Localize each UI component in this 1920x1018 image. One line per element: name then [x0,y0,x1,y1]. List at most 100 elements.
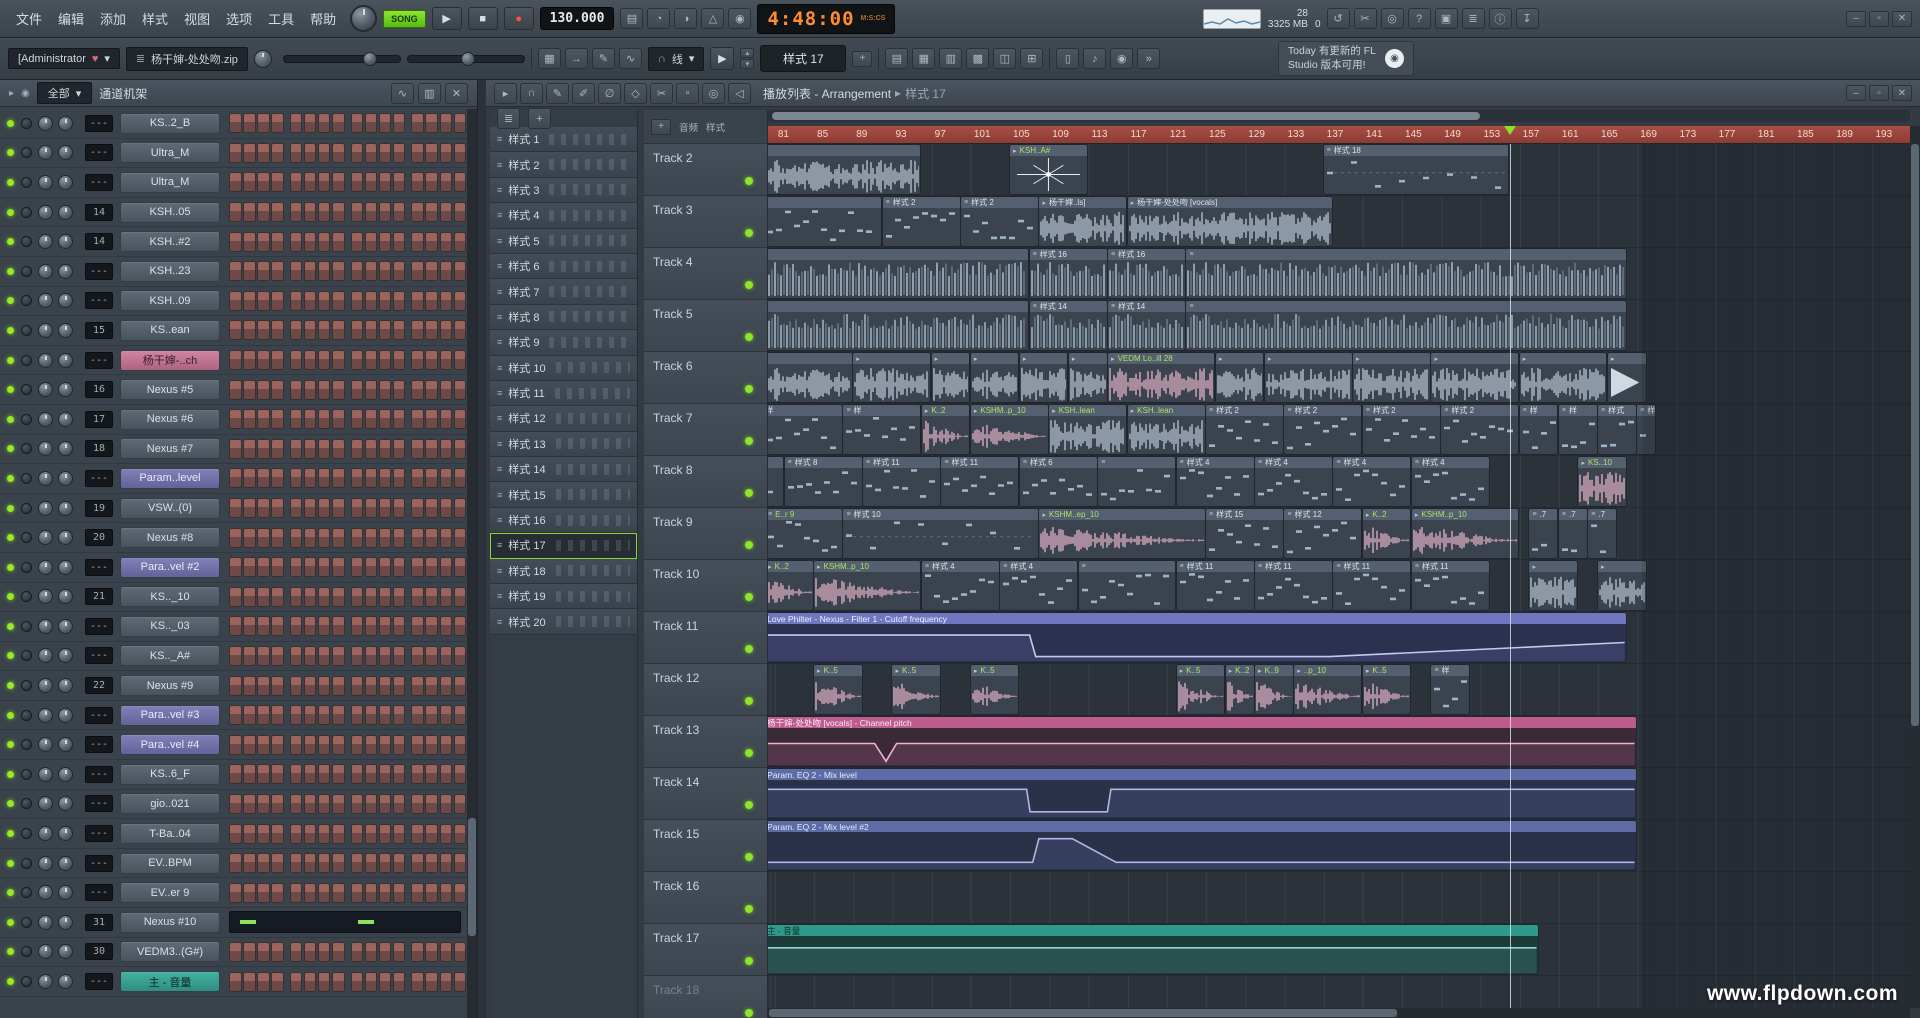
step-cell[interactable] [318,528,331,548]
step-cell[interactable] [229,616,242,636]
step-cell[interactable] [332,113,345,133]
pattern-item[interactable]: ≡样式 20 [490,609,637,634]
step-cell[interactable] [318,202,331,222]
playlist-clip[interactable]: ↯Love Philter - Nexus - Filter 1 - Cutof… [768,613,1626,662]
step-cell[interactable] [290,764,303,784]
step-cell[interactable] [440,528,453,548]
tap-tempo-icon[interactable]: ◉ [1110,48,1133,69]
rack-scrollbar[interactable] [467,109,477,1018]
channel-pan-knob[interactable] [38,856,53,871]
step-cell[interactable] [454,557,467,577]
playlist-clip[interactable]: ▸K..2 [1226,665,1254,714]
channel-button[interactable]: EV..er 9 [120,882,220,903]
tempo-display[interactable]: 130.000 [540,7,615,30]
playlist-close-button[interactable]: ✕ [1892,85,1912,101]
step-cell[interactable] [440,261,453,281]
channel-volume-knob[interactable] [58,589,73,604]
step-cell[interactable] [411,942,424,962]
step-cell[interactable] [393,824,406,844]
step-cell[interactable] [332,409,345,429]
step-cell[interactable] [393,557,406,577]
pattern-item[interactable]: ≡样式 15 [490,482,637,507]
channel-button[interactable]: 杨干婶-..ch [120,350,220,371]
step-cell[interactable] [393,883,406,903]
step-cell[interactable] [290,616,303,636]
step-cell[interactable] [393,291,406,311]
step-cell[interactable] [411,202,424,222]
channel-mute-button[interactable] [21,384,32,395]
pattern-up-button[interactable]: ▴ [740,48,754,58]
step-cell[interactable] [365,764,378,784]
step-cell[interactable] [365,202,378,222]
step-cell[interactable] [257,143,270,163]
step-cell[interactable] [332,468,345,488]
step-cell[interactable] [271,735,284,755]
playlist-vertical-scrollbar[interactable] [1910,126,1920,1008]
slice-tool-icon[interactable]: ✂ [650,83,673,104]
step-cell[interactable] [257,883,270,903]
channel-button[interactable]: KS..2_B [120,113,220,134]
channel-led[interactable] [7,889,14,896]
channel-pan-knob[interactable] [38,530,53,545]
step-cell[interactable] [411,824,424,844]
step-cell[interactable] [379,232,392,252]
step-cell[interactable] [365,794,378,814]
detach-icon[interactable]: ◉ [21,88,30,99]
playlist-timeline[interactable]: 8185899397101105109113117121125129133137… [768,126,1910,144]
step-cell[interactable] [379,143,392,163]
channel-mute-button[interactable] [21,266,32,277]
step-cell[interactable] [304,972,317,992]
step-cell[interactable] [243,883,256,903]
playlist-clip[interactable]: ▸ [768,353,852,402]
playlist-clip[interactable]: ≡样式 16 [1108,249,1185,298]
playlist-clip[interactable]: ≡ [1079,561,1176,610]
step-cell[interactable] [290,972,303,992]
step-cell[interactable] [304,350,317,370]
step-cell[interactable] [304,764,317,784]
channel-mute-button[interactable] [21,591,32,602]
step-cell[interactable] [332,557,345,577]
step-cell[interactable] [243,202,256,222]
step-cell[interactable] [243,498,256,518]
step-cell[interactable] [351,794,364,814]
step-cell[interactable] [393,735,406,755]
step-cell[interactable] [425,380,438,400]
channel-led[interactable] [7,357,14,364]
step-cell[interactable] [318,143,331,163]
step-cell[interactable] [379,172,392,192]
step-cell[interactable] [454,587,467,607]
track-header[interactable]: Track 15 [644,820,767,872]
step-cell[interactable] [440,764,453,784]
step-cell[interactable] [290,705,303,725]
step-cell[interactable] [229,380,242,400]
track-header[interactable]: Track 10 [644,560,767,612]
channel-button[interactable]: Nexus #8 [120,527,220,548]
pattern-item[interactable]: ≡样式 9 [490,330,637,355]
step-cell[interactable] [411,143,424,163]
step-cell[interactable] [411,409,424,429]
step-cell[interactable] [454,883,467,903]
playlist-clip[interactable]: ≡样 [1520,405,1558,454]
step-cell[interactable] [332,498,345,518]
channel-volume-knob[interactable] [58,619,73,634]
step-cell[interactable] [318,232,331,252]
channel-button[interactable]: Ultra_M [120,142,220,163]
step-cell[interactable] [271,942,284,962]
channel-led[interactable] [7,386,14,393]
channel-pan-knob[interactable] [38,767,53,782]
step-cell[interactable] [229,676,242,696]
step-cell[interactable] [318,320,331,340]
step-cell[interactable] [425,498,438,518]
step-cell[interactable] [229,202,242,222]
step-cell[interactable] [243,113,256,133]
step-cell[interactable] [365,883,378,903]
channel-button[interactable]: gio..021 [120,793,220,814]
step-cell[interactable] [379,616,392,636]
play-marker-button[interactable]: ▶ [710,47,734,70]
pencil-icon[interactable]: ✎ [592,48,615,69]
pattern-item[interactable]: ≡样式 11 [490,381,637,406]
pattern-item[interactable]: ≡样式 2 [490,152,637,177]
track-header[interactable]: Track 9 [644,508,767,560]
step-cell[interactable] [351,853,364,873]
channel-mute-button[interactable] [21,858,32,869]
